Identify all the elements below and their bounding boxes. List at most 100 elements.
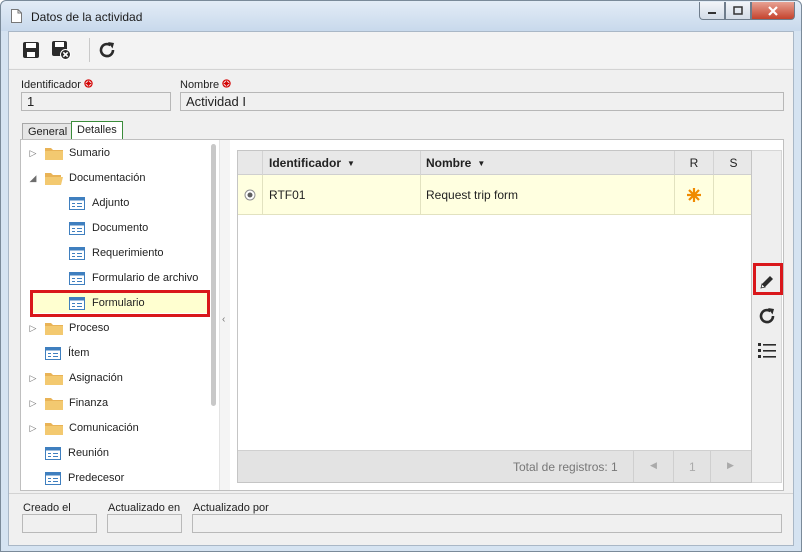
tree-item-comunicacion[interactable]: ▷ Comunicación [27, 418, 139, 438]
creado-label: Creado el [23, 502, 71, 514]
folder-open-icon [45, 172, 63, 185]
tree-item-documentacion[interactable]: ◢ Documentación [27, 168, 145, 188]
tree-item-asignacion[interactable]: ▷ Asignación [27, 368, 123, 388]
tab-general[interactable]: General [22, 123, 74, 140]
creado-field [22, 514, 97, 533]
tree-item-predecesor[interactable]: Predecesor [45, 468, 124, 488]
grid-actions [752, 150, 782, 483]
refresh-grid-button[interactable] [755, 304, 779, 328]
tree-item-label: Reunión [68, 447, 109, 459]
window-title: Datos de la actividad [31, 10, 143, 24]
window-content: Identificador 1 Nombre Actividad I Gener… [8, 31, 794, 546]
table-row[interactable]: RTF01 Request trip form [238, 175, 751, 215]
tree-item-label: Sumario [69, 147, 110, 159]
actualizado-en-label: Actualizado en [108, 502, 181, 514]
tree-item-label: Requerimiento [92, 247, 164, 259]
actualizado-en-field [107, 514, 182, 533]
tree-item-label: Proceso [69, 322, 110, 334]
save-close-button[interactable] [49, 38, 73, 62]
column-label: Nombre [426, 156, 472, 170]
minimize-button[interactable] [699, 2, 725, 20]
tree-item-proceso[interactable]: ▷ Proceso [27, 318, 109, 338]
nombre-label: Nombre [180, 79, 220, 91]
tree-item-label: Ítem [68, 347, 90, 359]
grid-footer: Total de registros: 1 ◀ 1 ▶ [238, 450, 751, 482]
save-button[interactable] [19, 38, 43, 62]
grid-header: Identificador ▼ Nombre ▼ R S [238, 151, 751, 175]
nombre-label-wrap: Nombre [180, 79, 231, 91]
close-button[interactable] [751, 2, 795, 20]
maximize-button[interactable] [725, 2, 751, 20]
tree-item-documento[interactable]: Documento [69, 218, 148, 238]
refresh-icon [99, 42, 115, 58]
tree-item-reunion[interactable]: Reunión [45, 443, 109, 463]
column-s[interactable]: S [714, 151, 753, 175]
tree-scrollbar[interactable] [211, 144, 216, 406]
form-icon [45, 346, 61, 360]
document-icon [11, 9, 22, 23]
collapse-left-icon[interactable]: ‹ [222, 314, 225, 325]
expand-icon[interactable]: ▷ [27, 147, 39, 159]
actualizado-por-label: Actualizado por [193, 502, 269, 514]
details-panel: ▷ Sumario ◢ Documentación Adjunto Docume… [20, 139, 784, 491]
activity-window: Datos de la actividad Identificador 1 No… [0, 0, 802, 552]
maximize-icon [733, 6, 743, 15]
close-icon [768, 5, 778, 16]
toolbar-divider [9, 69, 793, 70]
tree-item-label: Comunicación [69, 422, 139, 434]
tree-item-label: Asignación [69, 372, 123, 384]
tree-item-requerimiento[interactable]: Requerimiento [69, 243, 164, 263]
tree-item-sumario[interactable]: ▷ Sumario [27, 143, 110, 163]
list-icon [758, 343, 776, 358]
folder-icon [45, 322, 63, 335]
total-records: Total de registros: 1 [513, 460, 618, 474]
collapse-icon[interactable]: ◢ [27, 172, 39, 184]
tree-item-label: Finanza [69, 397, 109, 409]
expand-icon[interactable]: ▷ [27, 397, 39, 409]
next-page-icon[interactable]: ▶ [727, 460, 734, 471]
save-close-icon [52, 41, 71, 60]
folder-icon [45, 397, 63, 410]
highlight-formulario [30, 290, 210, 317]
tree-item-formulario-de-archivo[interactable]: Formulario de archivo [69, 268, 198, 288]
cell-nombre: Request trip form [421, 175, 675, 214]
toolbar-separator [89, 38, 90, 62]
expand-icon[interactable]: ▷ [27, 372, 39, 384]
cell-identificador: RTF01 [263, 175, 421, 214]
required-icon [84, 79, 93, 88]
grid-header-select [238, 151, 263, 175]
tree-item-label: Documento [92, 222, 149, 234]
title-bar: Datos de la actividad [1, 1, 801, 31]
tree-item-adjunto[interactable]: Adjunto [69, 193, 129, 213]
cell-s [714, 175, 751, 214]
prev-page-icon[interactable]: ◀ [650, 460, 657, 471]
column-identificador[interactable]: Identificador ▼ [263, 151, 421, 175]
minimize-icon [708, 11, 716, 14]
records-grid: Identificador ▼ Nombre ▼ R S RTF01 Reque… [237, 150, 752, 483]
identificador-label: Identificador [21, 79, 81, 91]
tree-item-label: Formulario de archivo [92, 272, 199, 284]
expand-icon[interactable]: ▷ [27, 422, 39, 434]
tree-item-label: Predecesor [68, 472, 125, 484]
expand-icon[interactable]: ▷ [27, 322, 39, 334]
nombre-field[interactable]: Actividad I [180, 92, 784, 111]
row-radio[interactable] [238, 175, 263, 214]
refresh-icon [759, 308, 775, 324]
toolbar [9, 32, 793, 68]
folder-icon [45, 372, 63, 385]
refresh-button[interactable] [95, 38, 119, 62]
list-view-button[interactable] [755, 338, 779, 362]
identificador-field[interactable]: 1 [21, 92, 171, 111]
folder-icon [45, 147, 63, 160]
tree-item-label: Documentación [69, 172, 146, 184]
sort-desc-icon: ▼ [347, 158, 355, 168]
tab-detalles[interactable]: Detalles [71, 121, 123, 140]
column-r[interactable]: R [675, 151, 714, 175]
column-nombre[interactable]: Nombre ▼ [421, 151, 675, 175]
form-icon [69, 271, 85, 285]
form-icon [45, 471, 61, 485]
save-icon [23, 42, 39, 58]
tree-item-finanza[interactable]: ▷ Finanza [27, 393, 108, 413]
form-icon [69, 221, 85, 235]
tree-item-item[interactable]: Ítem [45, 343, 89, 363]
